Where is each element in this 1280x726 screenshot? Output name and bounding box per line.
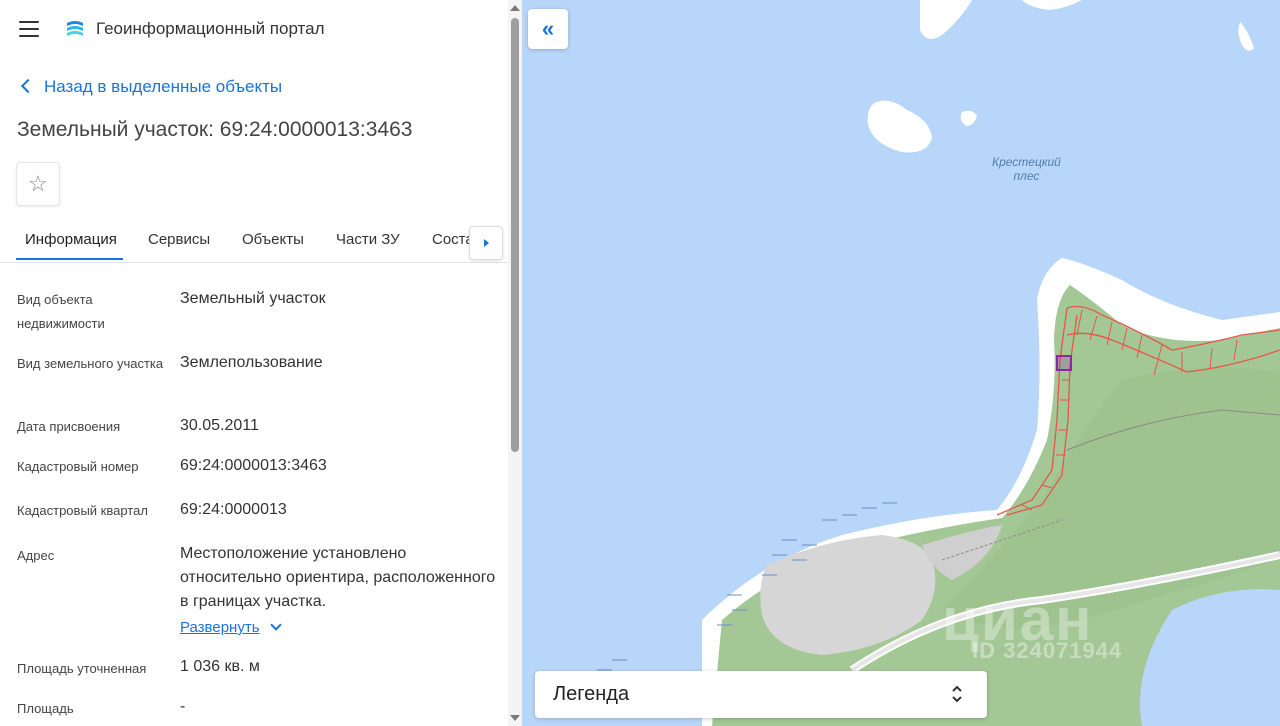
scroll-up-icon[interactable] <box>510 5 520 11</box>
collapse-panel-button[interactable]: « <box>528 9 568 49</box>
scrollbar-thumb[interactable] <box>511 18 519 452</box>
chevron-left-icon <box>20 78 36 94</box>
tab-objects[interactable]: Объекты <box>242 231 304 248</box>
field-value: Земельный участок <box>180 290 326 307</box>
legend-label: Легенда <box>553 683 630 705</box>
field-label: Адрес <box>17 548 55 563</box>
field-label: Площадь уточненная <box>17 661 147 676</box>
field-label: Вид земельного участка <box>17 356 164 371</box>
address-block: Местоположение установлено относительно … <box>180 542 500 640</box>
field-value: 1 036 кв. м <box>180 658 260 675</box>
arrow-right-icon <box>483 239 489 247</box>
field-label: Дата присвоения <box>17 419 121 434</box>
star-icon: ☆ <box>28 171 48 196</box>
back-link-label: Назад в выделенные объекты <box>44 77 283 96</box>
up-down-chevron-icon <box>952 685 962 703</box>
menu-icon[interactable] <box>19 21 39 37</box>
tab-bar: Информация Сервисы Объекты Части ЗУ Сост… <box>0 220 508 263</box>
watermark-id: ID 324071944 <box>972 638 1123 663</box>
tab-services[interactable]: Сервисы <box>148 231 210 248</box>
place-label-line: Крестецкий <box>992 155 1061 169</box>
map-view[interactable]: Крестецкий плес циан ID 324071944 « Леге… <box>522 0 1280 726</box>
legend-dropdown[interactable]: Легенда <box>535 671 987 718</box>
expand-link[interactable]: Развернуть <box>180 619 260 636</box>
app-title: Геоинформационный портал <box>96 19 325 38</box>
field-label: Вид объекта недвижимости <box>17 292 105 331</box>
app-header: Геоинформационный портал <box>0 0 508 58</box>
tab-info[interactable]: Информация <box>25 231 117 248</box>
portal-logo-icon <box>67 21 83 36</box>
field-label: Площадь <box>17 701 74 716</box>
place-label: Крестецкий плес <box>992 155 1061 183</box>
double-chevron-left-icon: « <box>541 16 555 41</box>
field-value: Местоположение установлено относительно … <box>180 545 496 610</box>
panel-scrollbar[interactable] <box>508 0 522 726</box>
field-value: Землепользование <box>180 354 323 371</box>
field-value: 30.05.2011 <box>180 417 259 434</box>
tabs-scroll-right-button[interactable] <box>469 226 503 260</box>
field-label: Кадастровый квартал <box>17 503 148 518</box>
favorite-button[interactable]: ☆ <box>16 162 60 206</box>
active-tab-indicator <box>16 258 123 260</box>
back-link[interactable]: Назад в выделенные объекты <box>20 77 282 97</box>
chevron-down-icon[interactable] <box>269 619 282 631</box>
info-panel: Геоинформационный портал Назад в выделен… <box>0 0 508 726</box>
field-value: 69:24:0000013:3463 <box>180 457 327 474</box>
page-title: Земельный участок: 69:24:0000013:3463 <box>17 118 413 141</box>
tab-composition[interactable]: Соста <box>432 231 474 248</box>
place-label-line: плес <box>1013 169 1040 183</box>
tab-parts[interactable]: Части ЗУ <box>336 231 400 248</box>
field-value: - <box>180 698 186 715</box>
field-value: 69:24:0000013 <box>180 501 287 518</box>
scroll-down-icon[interactable] <box>510 715 520 721</box>
map-canvas <box>522 0 1280 726</box>
field-label: Кадастровый номер <box>17 459 139 474</box>
